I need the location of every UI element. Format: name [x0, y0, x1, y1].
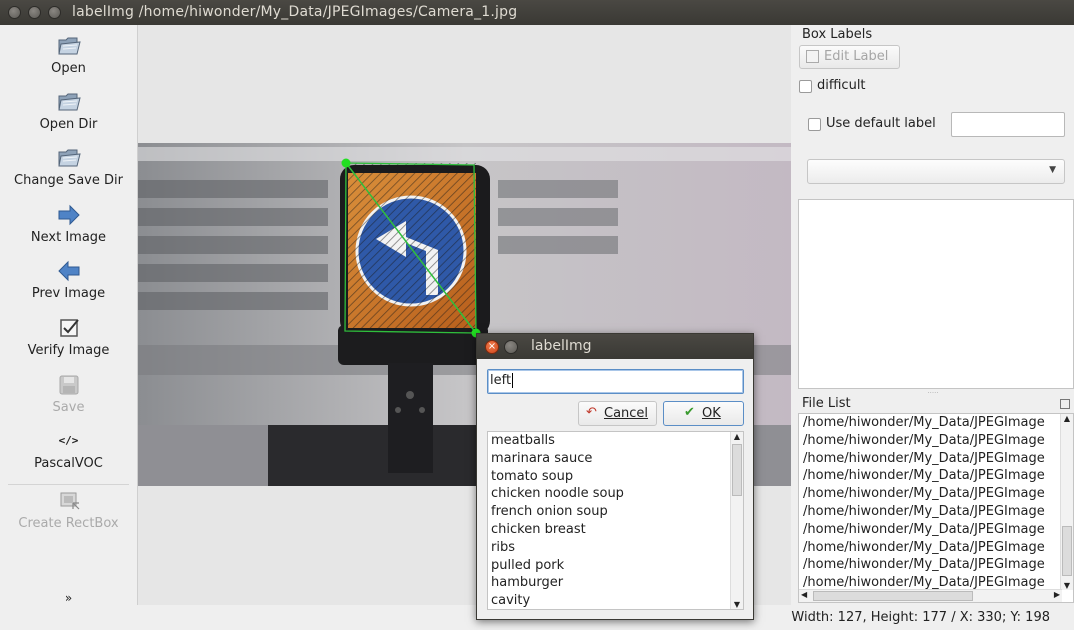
folder-open-icon: [57, 93, 81, 111]
scroll-down-icon[interactable]: ▼: [731, 600, 743, 609]
file-list-vscrollbar[interactable]: ▲ ▼: [1060, 414, 1073, 590]
check-icon: ✔: [684, 405, 695, 420]
scroll-up-icon[interactable]: ▲: [1061, 414, 1073, 423]
scroll-down-icon[interactable]: ▼: [1061, 581, 1073, 590]
cancel-button[interactable]: ↶ Cancel: [578, 401, 657, 426]
next-image-button[interactable]: Next Image: [0, 204, 137, 245]
code-tags-icon: </>: [58, 434, 79, 447]
label-list-item[interactable]: french onion soup: [488, 503, 743, 521]
file-list-item[interactable]: /home/hiwonder/My_Data/JPEGImage: [799, 432, 1073, 450]
open-dir-button[interactable]: Open Dir: [0, 91, 137, 132]
checkbox-icon: [59, 319, 79, 337]
save-label: Save: [52, 400, 85, 415]
double-chevron-down-icon: »: [64, 591, 73, 605]
change-save-dir-label: Change Save Dir: [14, 173, 123, 188]
folder-open-icon: [57, 149, 81, 167]
label-list-item[interactable]: tomato soup: [488, 468, 743, 486]
box-labels-title: Box Labels: [802, 27, 873, 42]
arrow-left-icon: [57, 260, 79, 282]
prev-image-label: Prev Image: [31, 286, 106, 301]
window-titlebar: labelImg /home/hiwonder/My_Data/JPEGImag…: [0, 0, 1074, 25]
label-dialog: × labelImg left ↶ Cancel ✔ OK meatballs …: [476, 333, 754, 620]
create-rectbox-button[interactable]: Create RectBox: [0, 490, 137, 531]
difficult-checkbox[interactable]: [799, 80, 812, 93]
label-list-item[interactable]: hamburger: [488, 574, 743, 592]
pascalvoc-label: PascalVOC: [34, 456, 103, 471]
verify-image-label: Verify Image: [27, 343, 110, 358]
scroll-hthumb[interactable]: [813, 591, 973, 601]
file-list[interactable]: /home/hiwonder/My_Data/JPEGImage /home/h…: [798, 413, 1074, 603]
open-dir-label: Open Dir: [39, 117, 98, 132]
pascalvoc-format-button[interactable]: </> PascalVOC: [0, 430, 137, 471]
label-list-item[interactable]: marinara sauce: [488, 450, 743, 468]
scroll-up-icon[interactable]: ▲: [731, 432, 743, 441]
label-list-item[interactable]: chicken breast: [488, 521, 743, 539]
file-list-hscrollbar[interactable]: ◀ ▶: [799, 589, 1062, 602]
edit-label-text: Edit Label: [824, 49, 889, 64]
folder-open-icon: [57, 37, 81, 55]
scroll-left-icon[interactable]: ◀: [801, 590, 807, 599]
label-input-value: left: [490, 373, 512, 388]
file-list-item[interactable]: /home/hiwonder/My_Data/JPEGImage: [799, 467, 1073, 485]
rect-box-icon: [60, 492, 79, 510]
file-list-item[interactable]: /home/hiwonder/My_Data/JPEGImage: [799, 556, 1073, 574]
window-title: labelImg /home/hiwonder/My_Data/JPEGImag…: [72, 4, 518, 20]
scroll-thumb[interactable]: [1062, 526, 1072, 576]
toolbar-more-button[interactable]: »: [0, 591, 137, 605]
left-toolbar: Open Open Dir Change Save Dir Next Image…: [0, 25, 137, 610]
label-list-item[interactable]: cavity: [488, 592, 743, 609]
edit-icon: [806, 50, 819, 63]
bbox-corner-handle: [341, 158, 351, 168]
file-list-item[interactable]: /home/hiwonder/My_Data/JPEGImage: [799, 450, 1073, 468]
label-text-input[interactable]: left: [487, 369, 744, 394]
label-list-item[interactable]: pulled pork: [488, 557, 743, 575]
label-history-list[interactable]: meatballs marinara sauce tomato soup chi…: [487, 431, 744, 610]
dialog-maximize-icon[interactable]: [504, 340, 518, 354]
ok-label: OK: [702, 406, 721, 421]
dialog-close-icon[interactable]: ×: [485, 340, 499, 354]
float-dock-icon[interactable]: [1060, 399, 1070, 409]
status-text: Width: 127, Height: 177 / X: 330; Y: 198: [791, 610, 1050, 625]
window-minimize-button[interactable]: [28, 6, 41, 19]
file-list-item[interactable]: /home/hiwonder/My_Data/JPEGImage: [799, 539, 1073, 557]
label-combo-box[interactable]: ▼: [807, 159, 1065, 184]
create-rectbox-label: Create RectBox: [18, 516, 119, 531]
default-label-input[interactable]: [951, 112, 1065, 137]
file-list-item[interactable]: /home/hiwonder/My_Data/JPEGImage: [799, 414, 1073, 432]
file-list-item[interactable]: /home/hiwonder/My_Data/JPEGImage: [799, 485, 1073, 503]
open-button[interactable]: Open: [0, 35, 137, 76]
scroll-thumb[interactable]: [732, 444, 742, 496]
label-list-item[interactable]: meatballs: [488, 432, 743, 450]
label-list-item[interactable]: ribs: [488, 539, 743, 557]
undo-arrow-icon: ↶: [586, 405, 597, 420]
save-icon: [59, 375, 78, 395]
window-close-button[interactable]: [8, 6, 21, 19]
difficult-label: difficult: [817, 78, 866, 93]
edit-label-button[interactable]: Edit Label: [799, 45, 900, 69]
label-list[interactable]: [798, 199, 1074, 389]
label-list-scrollbar[interactable]: ▲ ▼: [730, 432, 743, 609]
prev-image-button[interactable]: Prev Image: [0, 260, 137, 301]
toolbar-divider: [8, 484, 129, 485]
file-list-title: File List: [802, 396, 851, 411]
window-maximize-button[interactable]: [48, 6, 61, 19]
scroll-right-icon[interactable]: ▶: [1054, 590, 1060, 599]
file-list-item[interactable]: /home/hiwonder/My_Data/JPEGImage: [799, 503, 1073, 521]
use-default-label-text: Use default label: [826, 116, 936, 131]
file-list-item[interactable]: /home/hiwonder/My_Data/JPEGImage: [799, 521, 1073, 539]
ok-button[interactable]: ✔ OK: [663, 401, 744, 426]
next-image-label: Next Image: [30, 230, 107, 245]
chevron-down-icon: ▼: [1049, 165, 1056, 175]
label-list-item[interactable]: chicken noodle soup: [488, 485, 743, 503]
verify-image-button[interactable]: Verify Image: [0, 317, 137, 358]
cancel-label: Cancel: [604, 406, 649, 421]
open-label: Open: [51, 61, 86, 76]
change-save-dir-button[interactable]: Change Save Dir: [0, 147, 137, 188]
use-default-label-checkbox[interactable]: [808, 118, 821, 131]
dialog-title: labelImg: [531, 338, 592, 354]
right-dock: Box Labels Edit Label difficult Use defa…: [792, 25, 1074, 610]
dialog-titlebar: × labelImg: [477, 334, 753, 359]
save-button[interactable]: Save: [0, 374, 137, 415]
arrow-right-icon: [58, 204, 80, 226]
